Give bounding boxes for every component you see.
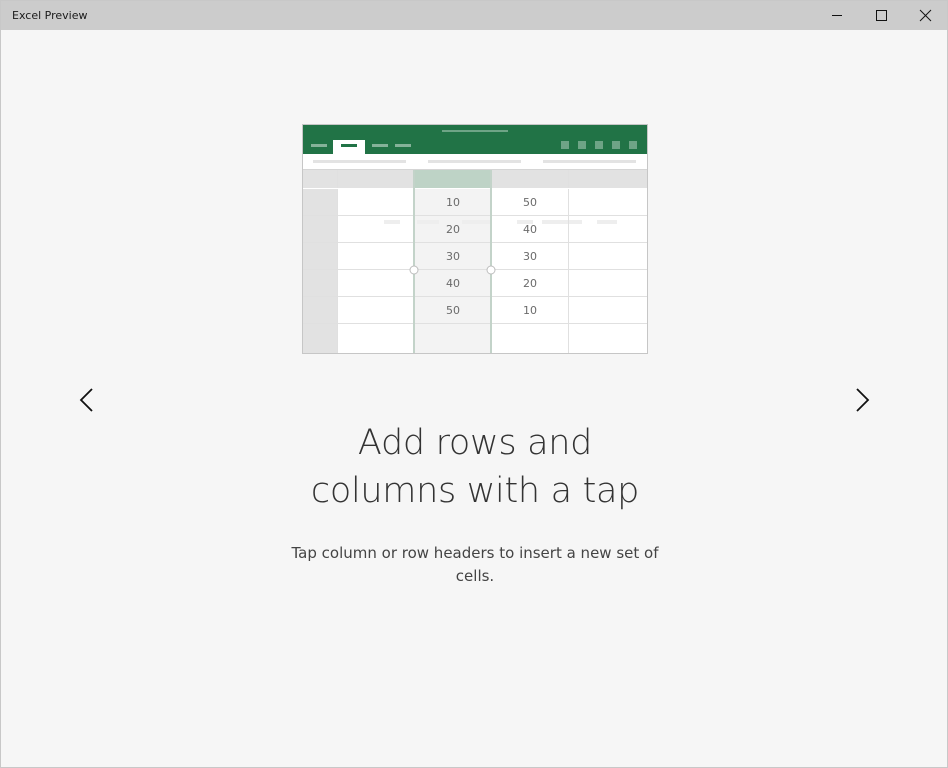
maximize-button[interactable] (859, 1, 903, 30)
cell-c5: 10 (523, 304, 537, 317)
selected-column-header (414, 170, 491, 188)
title-bar[interactable]: Excel Preview (1, 1, 947, 30)
next-slide-button[interactable] (847, 385, 877, 415)
spreadsheet-illustration: 10 20 30 40 50 50 40 30 20 10 (302, 124, 648, 354)
heading-line-2: columns with a tap (310, 471, 640, 511)
cell-b5: 50 (446, 304, 460, 317)
previous-slide-button[interactable] (73, 385, 103, 415)
cell-b2: 20 (446, 223, 460, 236)
window-title: Excel Preview (12, 9, 88, 22)
cell-c3: 30 (523, 250, 537, 263)
cell-b1: 10 (446, 196, 460, 209)
app-window: Excel Preview 10 20 30 40 50 50 40 30 20… (0, 0, 948, 768)
cell-b3: 30 (446, 250, 460, 263)
maximize-icon (876, 10, 887, 21)
chevron-left-icon (79, 388, 93, 412)
selection-handle-left (409, 265, 419, 275)
slide-heading: Add rows and columns with a tap (225, 419, 725, 515)
selection-handle-right (486, 265, 496, 275)
slide-description: Tap column or row headers to insert a ne… (291, 544, 659, 585)
heading-line-1: Add rows and (357, 423, 593, 463)
minimize-icon (832, 15, 842, 16)
cell-c2: 40 (523, 223, 537, 236)
cell-c1: 50 (523, 196, 537, 209)
chevron-right-icon (856, 388, 870, 412)
cell-b4: 40 (446, 277, 460, 290)
minimize-button[interactable] (815, 1, 859, 30)
cell-c4: 20 (523, 277, 537, 290)
close-icon (919, 9, 932, 22)
close-button[interactable] (903, 1, 947, 30)
